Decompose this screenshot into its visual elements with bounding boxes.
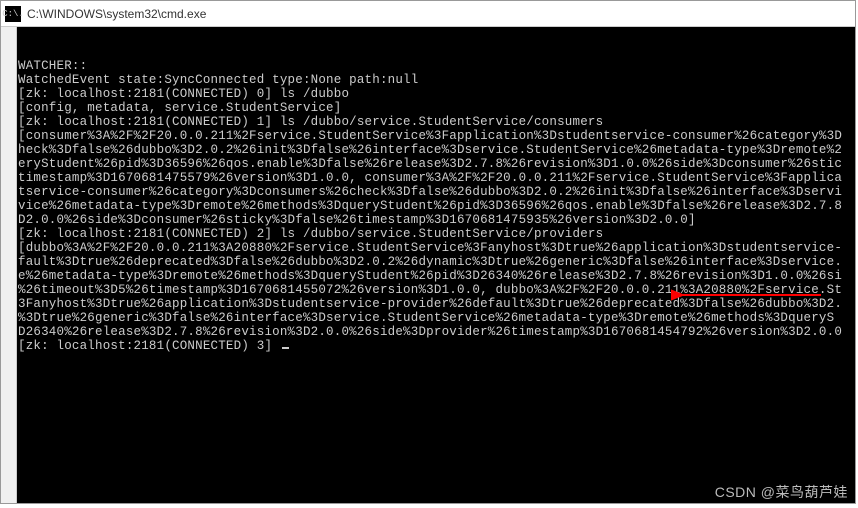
terminal-line: timestamp%3D1670681475579%26version%3D1.… [18, 171, 854, 185]
window-title: C:\WINDOWS\system32\cmd.exe [27, 7, 206, 21]
terminal-line: %3Dtrue%26generic%3Dfalse%26interface%3D… [18, 311, 854, 325]
terminal-line: e%26metadata-type%3Dremote%26methods%3Dq… [18, 269, 854, 283]
left-scrollbar-gutter[interactable] [1, 27, 17, 503]
terminal-line: heck%3Dfalse%26dubbo%3D2.0.2%26init%3Dfa… [18, 143, 854, 157]
terminal-line: [zk: localhost:2181(CONNECTED) 2] ls /du… [18, 227, 854, 241]
terminal-line: [consumer%3A%2F%2F20.0.0.211%2Fservice.S… [18, 129, 854, 143]
terminal-line: [zk: localhost:2181(CONNECTED) 1] ls /du… [18, 115, 854, 129]
terminal-line: [zk: localhost:2181(CONNECTED) 3] [18, 339, 854, 353]
terminal-line: D2.0.0%26side%3Dconsumer%26sticky%3Dfals… [18, 213, 854, 227]
terminal-line: [dubbo%3A%2F%2F20.0.0.211%3A20880%2Fserv… [18, 241, 854, 255]
terminal-line: [config, metadata, service.StudentServic… [18, 101, 854, 115]
terminal-line: 3Fanyhost%3Dtrue%26application%3Dstudent… [18, 297, 854, 311]
terminal-line: WATCHER:: [18, 59, 854, 73]
cmd-icon: C:\. [5, 6, 21, 22]
terminal-line: fault%3Dtrue%26deprecated%3Dfalse%26dubb… [18, 255, 854, 269]
terminal-line: %26timeout%3D5%26timestamp%3D16706814550… [18, 283, 854, 297]
cursor [282, 347, 289, 349]
terminal-line: D26340%26release%3D2.7.8%26revision%3D2.… [18, 325, 854, 339]
terminal-line: tservice-consumer%26category%3Dconsumers… [18, 185, 854, 199]
content-area: WATCHER::WatchedEvent state:SyncConnecte… [1, 27, 855, 503]
terminal-line: WatchedEvent state:SyncConnected type:No… [18, 73, 854, 87]
terminal-output[interactable]: WATCHER::WatchedEvent state:SyncConnecte… [17, 27, 855, 503]
titlebar[interactable]: C:\. C:\WINDOWS\system32\cmd.exe [1, 1, 855, 27]
terminal-line: vice%26metadata-type%3Dremote%26methods%… [18, 199, 854, 213]
terminal-line: [zk: localhost:2181(CONNECTED) 0] ls /du… [18, 87, 854, 101]
cmd-window: C:\. C:\WINDOWS\system32\cmd.exe WATCHER… [0, 0, 856, 504]
watermark-text: CSDN @菜鸟葫芦娃 [715, 482, 848, 502]
terminal-line: eryStudent%26pid%3D36596%26qos.enable%3D… [18, 157, 854, 171]
